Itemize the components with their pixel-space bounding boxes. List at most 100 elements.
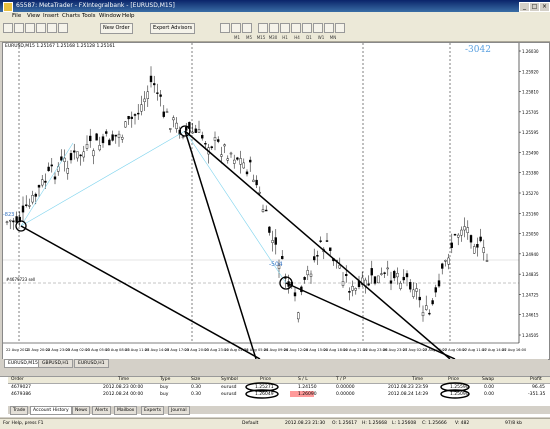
menu-insert[interactable]: Insert [43, 13, 59, 19]
connector-line [20, 225, 261, 359]
price-chart[interactable]: 1.26030 1.25920 1.25810 1.25705 1.25595 1.254… [3, 43, 549, 359]
candle-body [428, 312, 431, 315]
menu-help[interactable]: Help [122, 13, 135, 19]
candle-body [82, 151, 86, 158]
chart-tab-eurusd-h1[interactable]: EURUSD,H1 [74, 359, 109, 368]
templates-icon[interactable] [335, 23, 345, 33]
menu-charts[interactable]: Charts [62, 13, 80, 19]
tab-account-history[interactable]: Account History [30, 406, 72, 415]
candle-body [319, 240, 322, 242]
candle-body [50, 164, 53, 167]
candle-body [412, 289, 415, 297]
expert-advisors-button[interactable]: Expert Advisors [150, 23, 196, 34]
timeframe-d1[interactable]: D1 [304, 35, 314, 40]
candle-body [457, 234, 460, 238]
tester-icon[interactable] [58, 23, 68, 33]
candle-body [130, 116, 134, 119]
candle-body [242, 162, 246, 169]
line-chart-icon[interactable] [242, 23, 252, 33]
candle-body [197, 129, 201, 133]
price-tick-label: 1.24940 [522, 252, 539, 257]
menu-bar: File View Insert Charts Tools Window Hel… [0, 12, 550, 21]
zoom-in-icon[interactable] [258, 23, 268, 33]
candle-body [265, 209, 268, 212]
status-help: For Help, press F1 [3, 421, 44, 426]
candle-body [21, 205, 25, 213]
chart-tab-eurusd-m15[interactable]: EURUSD,M15 [4, 359, 42, 368]
window-title: 65587: MetaTrader - FXIntegralbank - [EU… [16, 2, 175, 9]
status-high: H: 1.25668 [362, 421, 387, 426]
candle-body [313, 256, 316, 261]
timeframe-h4[interactable]: H4 [292, 35, 302, 40]
terminal-icon[interactable] [47, 23, 57, 33]
candle-body [72, 150, 76, 153]
candle-body [281, 256, 284, 260]
candlestick-icon[interactable] [231, 23, 241, 33]
tab-mailbox[interactable]: Mailbox [114, 406, 138, 415]
candle-body [165, 111, 169, 113]
candle-body [111, 134, 114, 141]
status-bar: For Help, press F1 Default 2012.08.23 21… [0, 418, 550, 429]
candle-body [152, 83, 156, 86]
price-tick-label: 1.25595 [522, 130, 539, 135]
chart-shift-icon[interactable] [302, 23, 312, 33]
candle-body [85, 144, 89, 149]
bar-chart-icon[interactable] [220, 23, 230, 33]
price-highlight-ellipses [245, 382, 470, 399]
candle-body [41, 179, 44, 186]
candle-body [98, 145, 102, 151]
tab-journal[interactable]: Journal [168, 406, 190, 415]
candle-body [127, 116, 130, 120]
candle-body [5, 221, 9, 224]
expert-advisors-label: Expert Advisors [153, 25, 193, 31]
candle-body [184, 126, 188, 131]
timeframe-m30[interactable]: M30 [268, 35, 278, 40]
price-tick-label: 1.25380 [522, 171, 539, 176]
timeframe-m5[interactable]: M5 [244, 35, 254, 40]
timeframe-m1[interactable]: M1 [232, 35, 242, 40]
zoom-out-icon[interactable] [269, 23, 279, 33]
tab-trade[interactable]: Trade [10, 406, 29, 415]
periods-icon[interactable] [324, 23, 334, 33]
menu-tools[interactable]: Tools [82, 13, 96, 19]
candle-body [354, 288, 357, 291]
candle-body [175, 122, 178, 130]
candle-body [345, 274, 348, 277]
menu-window[interactable]: Window [99, 13, 121, 19]
timeframe-w1[interactable]: W1 [316, 35, 326, 40]
candle-body [399, 282, 402, 289]
market-watch-icon[interactable] [25, 23, 35, 33]
tab-alerts[interactable]: Alerts [92, 406, 112, 415]
candle-body [66, 168, 69, 174]
time-axis: 22 Aug 201222 Aug 20:0022 Aug 23:0023 Au… [3, 342, 527, 352]
menu-file[interactable]: File [12, 13, 21, 19]
candle-body [431, 300, 434, 305]
autoscroll-icon[interactable] [291, 23, 301, 33]
candle-body [351, 286, 354, 291]
tab-experts[interactable]: Experts [141, 406, 165, 415]
candle-body [271, 240, 274, 243]
chart-tab-gbpusd-h1[interactable]: GBPUSD,H1 [38, 359, 73, 368]
chart-window[interactable]: 1.26030 1.25920 1.25810 1.25705 1.25595 1.254… [2, 42, 550, 360]
candle-body [236, 157, 239, 160]
tile-windows-icon[interactable] [280, 23, 290, 33]
menu-view[interactable]: View [27, 13, 40, 19]
sl-label: #4679723 sell [6, 277, 36, 282]
price-tick-label: 1.24505 [522, 333, 539, 338]
timeframe-h1[interactable]: H1 [280, 35, 290, 40]
candle-body [245, 171, 249, 175]
timeframe-m15[interactable]: M15 [256, 35, 266, 40]
new-order-button[interactable]: New Order [100, 23, 133, 34]
connector-line [184, 130, 451, 359]
status-datetime: 2012.08.23 21:30 [285, 421, 326, 426]
candle-body [114, 134, 118, 137]
timeframe-mn[interactable]: MN [328, 35, 338, 40]
new-chart-icon[interactable] [3, 23, 13, 33]
tab-news[interactable]: News [72, 406, 91, 415]
navigator-icon[interactable] [36, 23, 46, 33]
candle-body [69, 153, 73, 161]
profiles-icon[interactable] [14, 23, 24, 33]
price-tick-label: 1.24615 [522, 313, 539, 318]
indicators-icon[interactable] [313, 23, 323, 33]
close-button[interactable]: × [539, 2, 550, 12]
